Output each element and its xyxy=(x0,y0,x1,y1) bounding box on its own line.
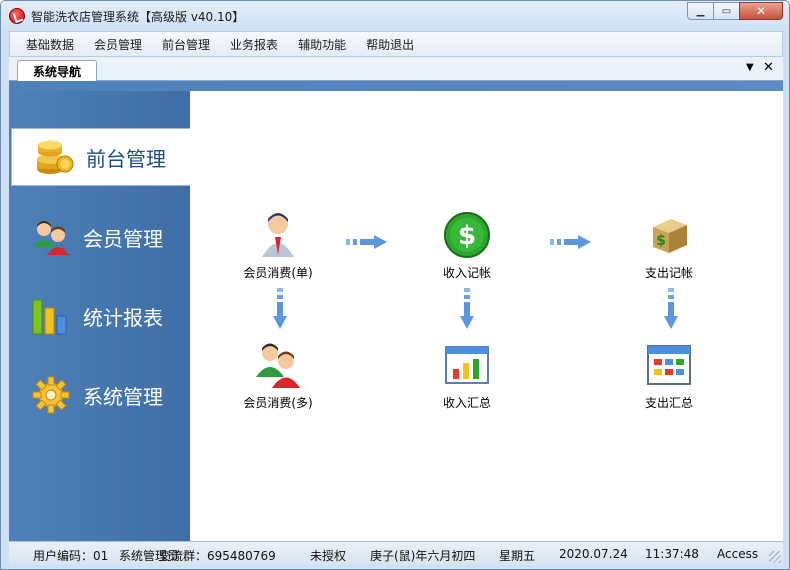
arrow-right-icon xyxy=(550,235,591,249)
menu-help-exit[interactable]: 帮助退出 xyxy=(356,36,424,53)
sidebar-item-label: 系统管理 xyxy=(83,384,163,409)
arrow-down-icon xyxy=(273,288,287,329)
node-label: 支出记帐 xyxy=(644,266,693,280)
status-weekday: 星期五 xyxy=(499,549,536,563)
calendar-grid-icon xyxy=(647,345,691,385)
dollar-icon: $ xyxy=(444,212,490,258)
node-income-record[interactable]: $ 收入记帐 xyxy=(417,211,517,281)
sidebar-item-label: 会员管理 xyxy=(83,226,163,251)
minimize-button[interactable]: ▁ xyxy=(687,2,713,20)
sidebar-item-front-desk[interactable]: 前台管理 xyxy=(11,128,190,186)
close-button[interactable]: ✕ xyxy=(739,2,783,20)
gear-icon xyxy=(32,376,70,414)
node-label: 支出汇总 xyxy=(644,396,693,410)
status-database: Access xyxy=(717,547,759,561)
menu-business-reports[interactable]: 业务报表 xyxy=(220,36,288,53)
person-icon xyxy=(262,213,294,257)
node-member-consume-multi[interactable]: 会员消费(多) xyxy=(228,341,328,411)
resize-grip[interactable] xyxy=(769,551,781,563)
window-title: 智能洗衣店管理系统【高级版 v40.10】 xyxy=(31,10,245,24)
node-member-consume-single[interactable]: 会员消费(单) xyxy=(228,211,328,281)
node-expense-record[interactable]: $ 支出记帐 xyxy=(619,211,719,281)
sidebar-item-system[interactable]: 系统管理 xyxy=(9,366,190,424)
members-icon xyxy=(256,343,300,388)
top-band xyxy=(9,81,783,91)
app-window: 智能洗衣店管理系统【高级版 v40.10】 ▁ ▭ ✕ 基础数据 会员管理 前台… xyxy=(0,0,790,570)
sidebar-item-statistics[interactable]: 统计报表 xyxy=(9,287,190,345)
status-lunar-date: 庚子(鼠)年六月初四 xyxy=(370,549,476,563)
svg-text:$: $ xyxy=(656,233,666,249)
menu-bar: 基础数据 会员管理 前台管理 业务报表 辅助功能 帮助退出 xyxy=(9,31,783,57)
sidebar-item-label: 前台管理 xyxy=(86,146,166,171)
coins-icon xyxy=(37,140,74,174)
sidebar-item-label: 统计报表 xyxy=(83,305,163,330)
node-expense-summary[interactable]: 支出汇总 xyxy=(619,341,719,411)
tab-strip: 系统导航 ▼ ✕ xyxy=(9,57,783,81)
status-bar: 用户编码：01 系统管理员 交流群：695480769 未授权 庚子(鼠)年六月… xyxy=(9,541,783,565)
svg-text:$: $ xyxy=(458,221,476,251)
bar-chart-icon xyxy=(32,299,67,335)
node-label: 收入汇总 xyxy=(442,396,491,410)
arrow-right-icon xyxy=(346,235,387,249)
tab-close-icon[interactable]: ✕ xyxy=(763,60,774,75)
node-label: 会员消费(多) xyxy=(243,396,313,410)
status-time: 11:37:48 xyxy=(645,547,699,561)
arrow-down-icon xyxy=(460,288,474,329)
tab-dropdown-icon[interactable]: ▼ xyxy=(746,62,754,73)
status-license: 未授权 xyxy=(310,549,347,563)
sidebar-item-members[interactable]: 会员管理 xyxy=(9,208,190,266)
navigation-panel: 前台管理 会员管理 统计报表 系统管理 会员消费(单) $ 收入记帐 $ 支出记… xyxy=(9,81,783,541)
window-controls: ▁ ▭ ✕ xyxy=(687,2,783,20)
title-bar: 智能洗衣店管理系统【高级版 v40.10】 ▁ ▭ ✕ xyxy=(1,1,789,31)
report-chart-icon xyxy=(445,346,489,384)
tab-system-navigation[interactable]: 系统导航 xyxy=(17,60,97,81)
restore-button[interactable]: ▭ xyxy=(713,2,739,20)
status-date: 2020.07.24 xyxy=(559,547,628,561)
menu-member-management[interactable]: 会员管理 xyxy=(84,36,152,53)
node-label: 会员消费(单) xyxy=(243,266,313,280)
status-exchange-group: 交流群：695480769 xyxy=(159,549,276,563)
menu-basic-data[interactable]: 基础数据 xyxy=(16,36,84,53)
menu-auxiliary[interactable]: 辅助功能 xyxy=(288,36,356,53)
app-logo-icon xyxy=(9,8,25,24)
status-user-code: 用户编码：01 xyxy=(33,549,109,563)
node-label: 收入记帐 xyxy=(442,266,491,280)
members-icon xyxy=(33,221,69,255)
node-income-summary[interactable]: 收入汇总 xyxy=(417,341,517,411)
menu-front-desk[interactable]: 前台管理 xyxy=(152,36,220,53)
money-box-icon: $ xyxy=(653,219,687,253)
arrow-down-icon xyxy=(664,288,678,329)
